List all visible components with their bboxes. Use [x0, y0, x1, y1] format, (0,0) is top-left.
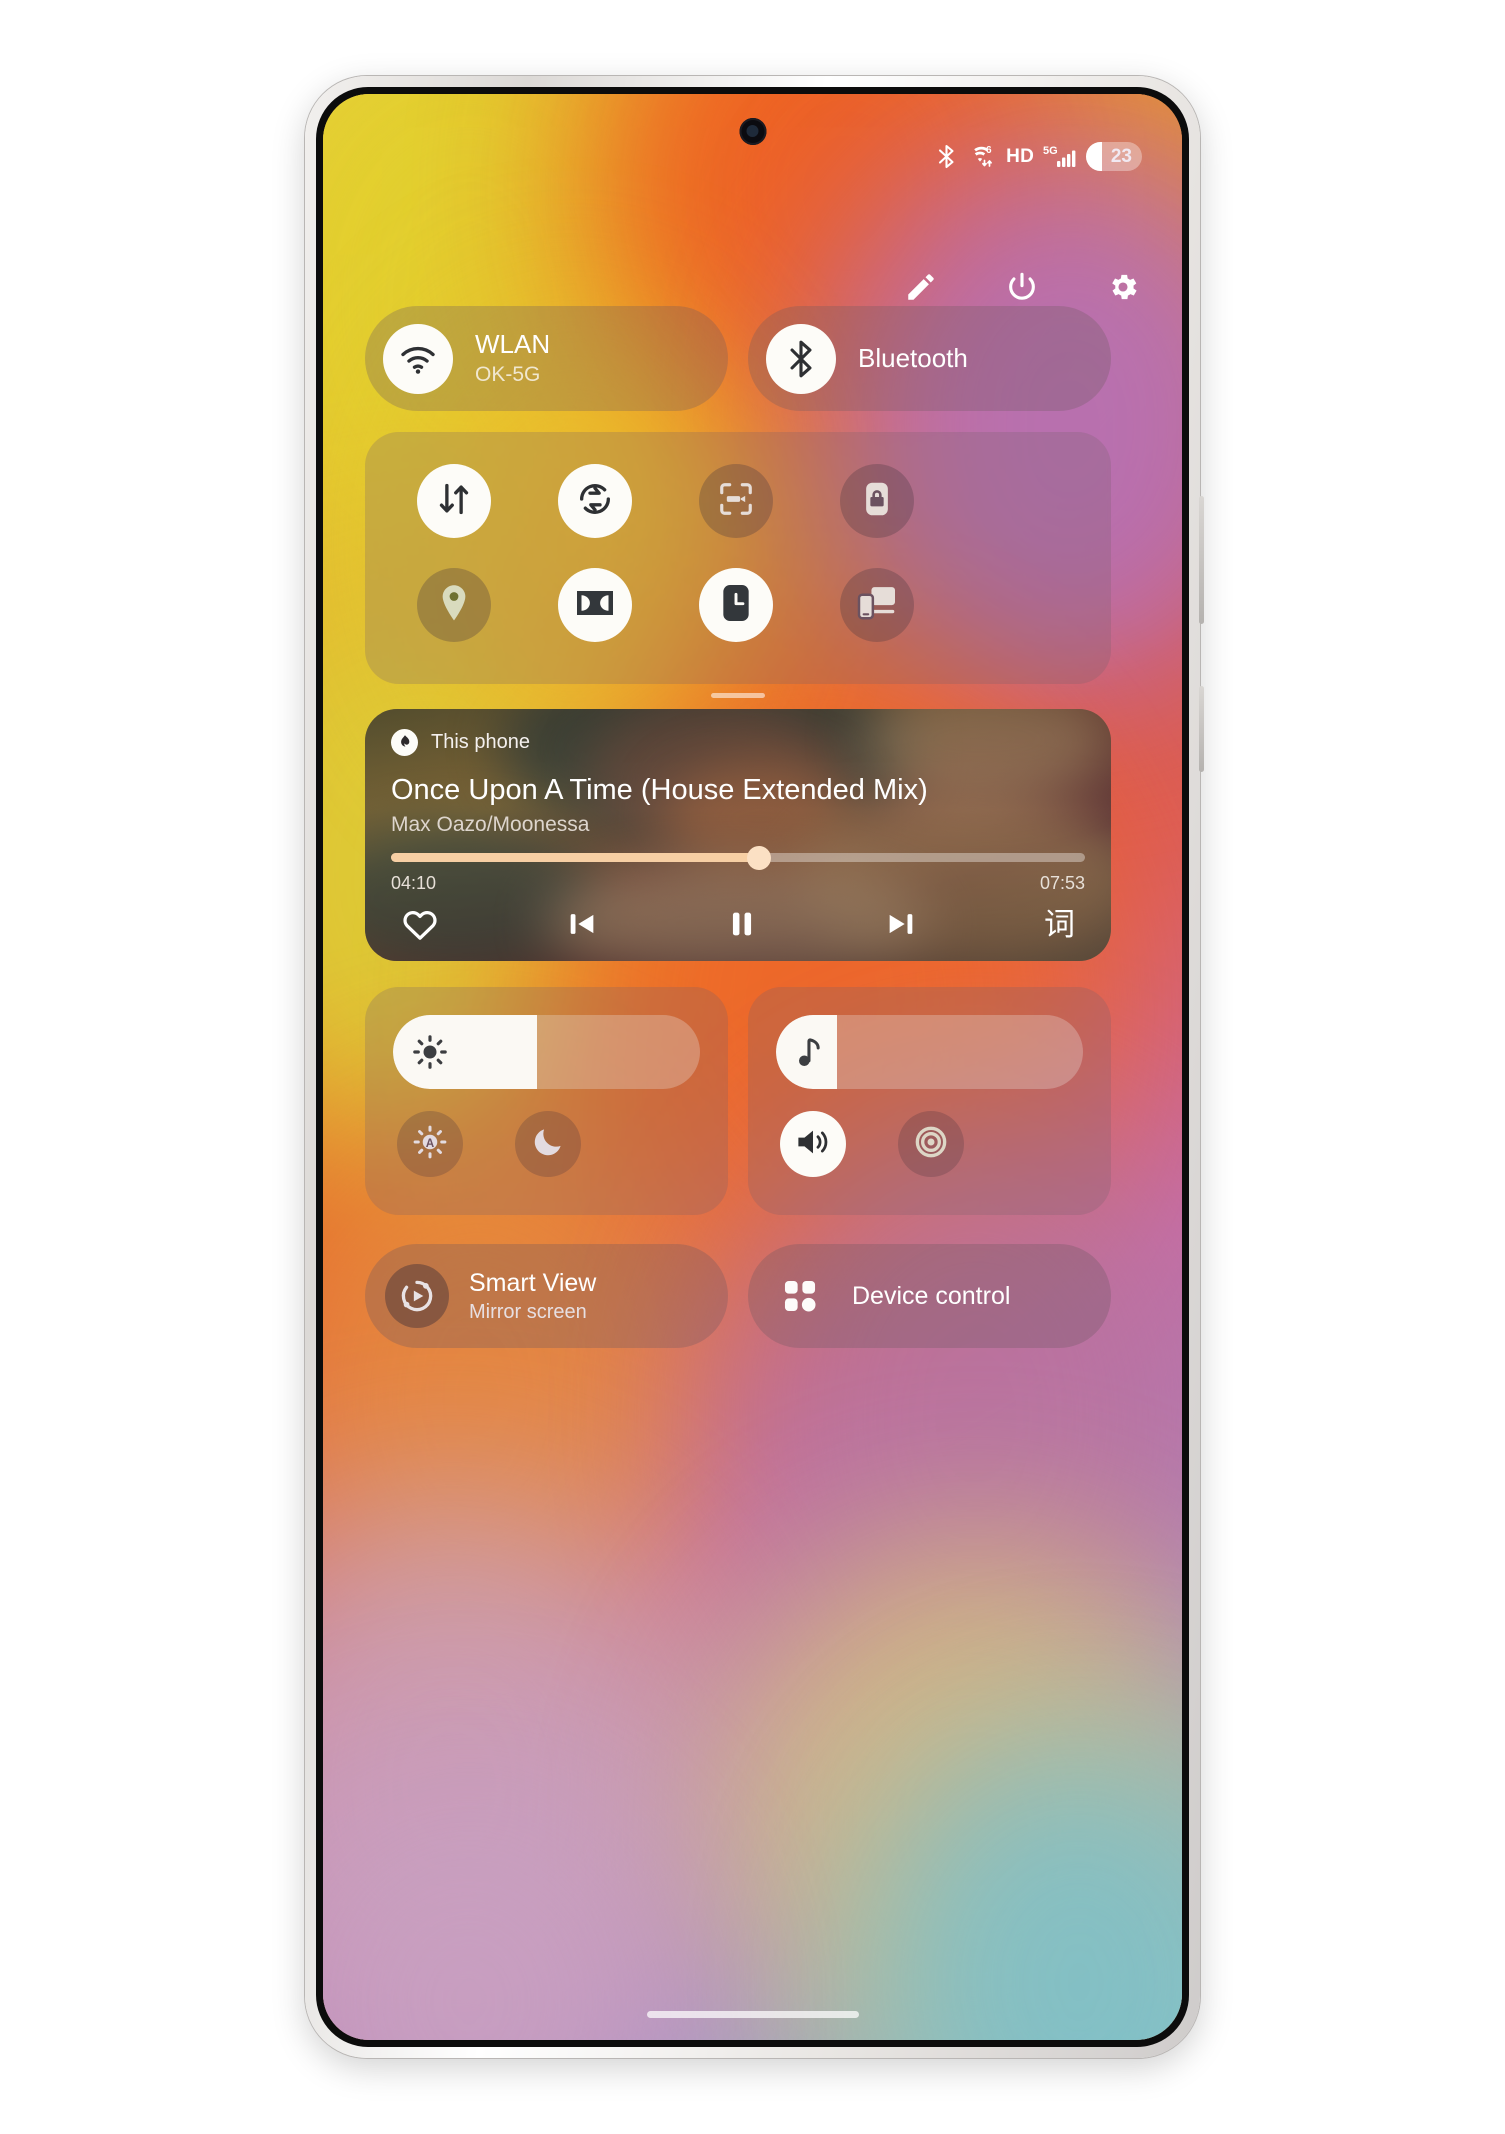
tile-bluetooth-title: Bluetooth — [858, 342, 968, 373]
wifi-6-icon: 6 — [965, 144, 997, 170]
brightness-panel: A — [365, 987, 728, 1215]
pencil-icon[interactable] — [904, 270, 938, 309]
toggle-multi-screen[interactable] — [840, 568, 914, 642]
duration-time: 07:53 — [1039, 873, 1085, 893]
app-badge-icon — [391, 729, 418, 756]
media-controls: 词 — [391, 906, 1085, 942]
tile-device-control[interactable]: Device control — [748, 1244, 1111, 1348]
quick-toggles-panel — [365, 432, 1111, 698]
gear-icon[interactable] — [1106, 270, 1140, 309]
status-bar: 6 HD 5G 23 — [937, 142, 1142, 171]
auto-brightness-button[interactable]: A — [397, 1111, 463, 1177]
svg-text:6: 6 — [986, 145, 992, 156]
cellular-signal-icon: 5G — [1043, 144, 1077, 170]
tile-device-control-title: Device control — [852, 1281, 1011, 1310]
dark-mode-button[interactable] — [515, 1111, 581, 1177]
media-progress-slider[interactable] — [391, 846, 1085, 870]
tile-device-control-text: Device control — [852, 1282, 1010, 1311]
media-source[interactable]: This phone — [391, 729, 1085, 756]
elapsed-time: 04:10 — [391, 873, 437, 893]
next-track-icon[interactable] — [884, 907, 918, 941]
tile-smart-view[interactable]: Smart View Mirror screen — [365, 1244, 728, 1348]
bluetooth-icon — [766, 323, 836, 394]
clock-panel-icon — [720, 583, 752, 628]
progress-fill — [391, 853, 759, 862]
volume-slider[interactable] — [776, 1015, 1083, 1089]
tile-wlan-text: WLAN OK-5G — [475, 328, 551, 388]
dolby-icon — [575, 587, 615, 624]
grid-squares-icon — [768, 1264, 832, 1328]
vibration-icon — [911, 1122, 951, 1167]
heart-icon[interactable] — [401, 907, 439, 941]
tile-wlan-subtitle: OK-5G — [475, 363, 541, 387]
brightness-sun-icon — [411, 1033, 449, 1071]
front-camera — [739, 118, 766, 145]
toggle-mobile-data[interactable] — [417, 464, 491, 538]
phone-bezel: 6 HD 5G 23 WLAN OK-5G Bluetooth This pho… — [316, 87, 1189, 2047]
bluetooth-icon — [937, 144, 956, 169]
media-time-row: 04:10 07:53 — [391, 873, 1085, 894]
media-source-label: This phone — [431, 731, 530, 753]
tile-wlan-title: WLAN — [475, 328, 551, 359]
location-pin-icon — [437, 583, 471, 628]
progress-thumb[interactable] — [746, 846, 771, 870]
track-artist: Max Oazo/Moonessa — [391, 813, 590, 836]
hd-label: HD — [1006, 145, 1034, 167]
toggle-auto-rotate[interactable] — [558, 464, 632, 538]
track-title: Once Upon A Time (House Extended Mix) — [391, 774, 928, 806]
media-content: This phone Once Upon A Time (House Exten… — [365, 709, 1111, 961]
speaker-icon — [794, 1125, 832, 1164]
music-note-icon — [794, 1033, 828, 1071]
battery-indicator: 23 — [1086, 142, 1142, 171]
auto-rotate-icon — [575, 479, 615, 524]
volume-panel — [748, 987, 1111, 1215]
toggle-always-on-display[interactable] — [699, 568, 773, 642]
tile-smart-view-text: Smart View Mirror screen — [469, 1269, 596, 1324]
hardware-volume-button[interactable] — [1199, 496, 1204, 624]
brightness-slider[interactable] — [393, 1015, 700, 1089]
svg-text:A: A — [426, 1137, 435, 1150]
header-actions — [904, 270, 1140, 309]
tile-wlan[interactable]: WLAN OK-5G — [365, 306, 728, 411]
toggle-location[interactable] — [417, 568, 491, 642]
tile-bluetooth[interactable]: Bluetooth — [748, 306, 1111, 411]
hardware-power-button[interactable] — [1199, 686, 1204, 772]
home-indicator[interactable] — [646, 2011, 859, 2018]
multi-screen-icon — [857, 585, 897, 626]
pause-icon[interactable] — [725, 906, 759, 942]
moon-icon — [530, 1124, 566, 1165]
toggle-screen-lock[interactable] — [840, 464, 914, 538]
sound-mode-button[interactable] — [780, 1111, 846, 1177]
auto-brightness-icon: A — [411, 1123, 449, 1166]
panel-drag-handle[interactable] — [711, 693, 765, 698]
media-player: This phone Once Upon A Time (House Exten… — [365, 709, 1111, 961]
phone-screen: 6 HD 5G 23 WLAN OK-5G Bluetooth This pho… — [323, 94, 1182, 2040]
tile-bluetooth-text: Bluetooth — [858, 342, 968, 374]
lock-icon — [860, 480, 894, 523]
lyrics-button[interactable]: 词 — [1044, 909, 1075, 940]
toggle-screen-recorder[interactable] — [699, 464, 773, 538]
wifi-icon — [383, 323, 453, 394]
smart-view-icon — [385, 1264, 449, 1328]
screen-recorder-icon — [717, 480, 755, 523]
toggle-dolby-atmos[interactable] — [558, 568, 632, 642]
vibrate-mode-button[interactable] — [898, 1111, 964, 1177]
tile-smart-view-subtitle: Mirror screen — [469, 1300, 587, 1323]
svg-text:5G: 5G — [1043, 145, 1058, 157]
tile-smart-view-title: Smart View — [469, 1268, 597, 1297]
data-transfer-icon — [435, 480, 473, 523]
previous-track-icon[interactable] — [565, 907, 599, 941]
phone-frame: 6 HD 5G 23 WLAN OK-5G Bluetooth This pho… — [305, 76, 1204, 2058]
power-icon[interactable] — [1005, 270, 1039, 309]
